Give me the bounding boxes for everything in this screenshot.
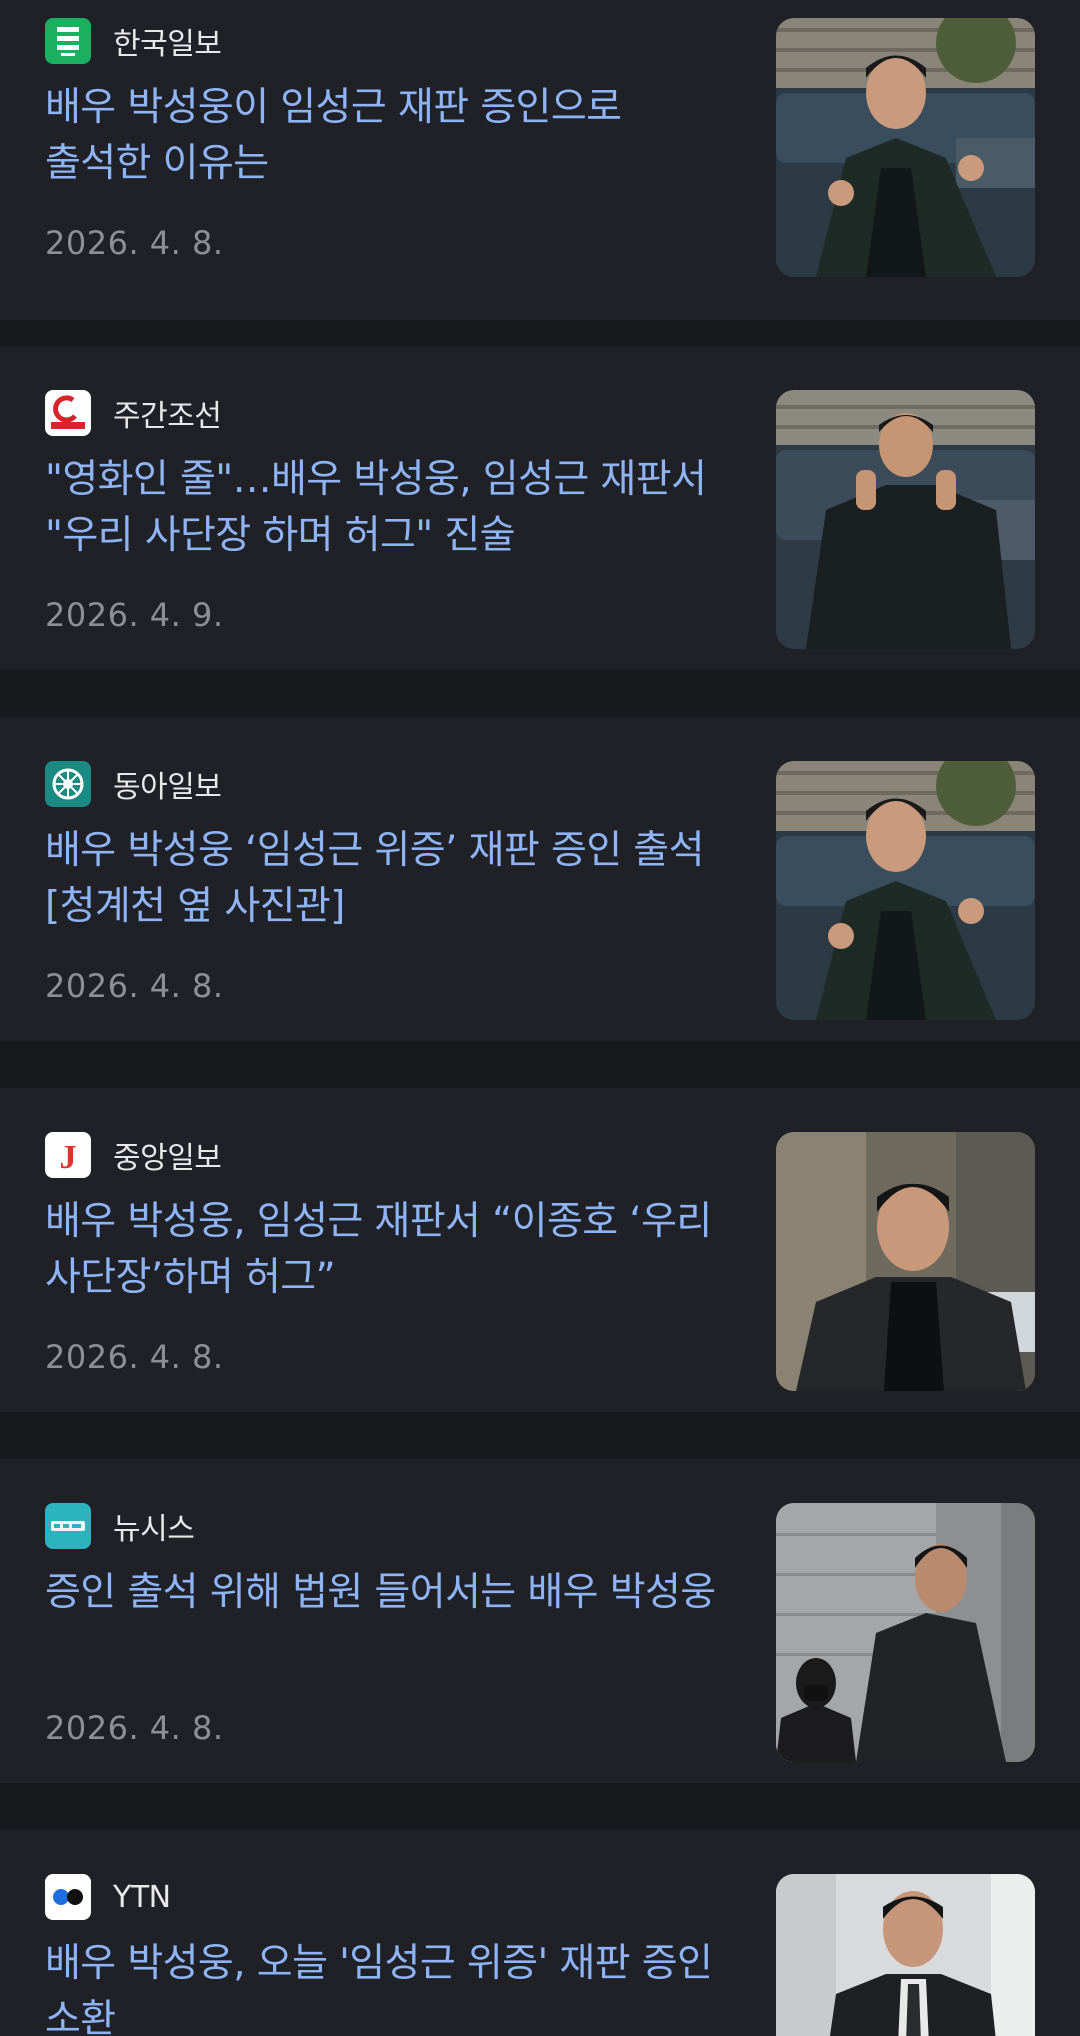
photo-man-courthouse-cars bbox=[776, 761, 1035, 1020]
article-thumbnail[interactable] bbox=[776, 1503, 1035, 1762]
press-name: 동아일보 bbox=[113, 770, 222, 805]
press-name: 뉴시스 bbox=[113, 1512, 195, 1547]
press-name: 중앙일보 bbox=[113, 1141, 222, 1176]
publish-date: 2026. 4. 8. bbox=[45, 1338, 224, 1376]
news-card[interactable]: 뉴시스 증인 출석 위해 법원 들어서는 배우 박성웅 2026. 4. 8. bbox=[0, 1459, 1080, 1783]
photo-man-dark-suit bbox=[776, 1132, 1035, 1391]
joongang-ilbo-logo-icon: J bbox=[45, 1132, 91, 1178]
press-name: YTN bbox=[113, 1879, 171, 1915]
headline-link[interactable]: "영화인 줄"…배우 박성웅, 임성근 재판서 "우리 사단장 하며 허그" 진… bbox=[45, 452, 735, 564]
photo-man-courthouse-cars bbox=[776, 18, 1035, 277]
press-name: 한국일보 bbox=[113, 27, 222, 62]
headline-link[interactable]: 배우 박성웅, 임성근 재판서 “이종호 ‘우리 사단장’하며 허그” bbox=[45, 1194, 735, 1306]
article-thumbnail[interactable] bbox=[776, 18, 1035, 277]
donga-ilbo-logo-icon bbox=[45, 761, 91, 807]
press-name: 주간조선 bbox=[113, 399, 222, 434]
publish-date: 2026. 4. 8. bbox=[45, 1709, 224, 1747]
newsis-logo-icon bbox=[45, 1503, 91, 1549]
photo-man-jacket-cars bbox=[776, 390, 1035, 649]
publish-date: 2026. 4. 8. bbox=[45, 967, 224, 1005]
article-thumbnail[interactable] bbox=[776, 761, 1035, 1020]
hankook-ilbo-logo-icon bbox=[45, 18, 91, 64]
weekly-chosun-logo-icon bbox=[45, 390, 91, 436]
headline-link[interactable]: 배우 박성웅, 오늘 '임성근 위증' 재판 증인 소환 bbox=[45, 1936, 735, 2036]
ytn-logo-icon bbox=[45, 1874, 91, 1920]
press-row[interactable]: 뉴시스 bbox=[45, 1503, 195, 1549]
svg-text:J: J bbox=[60, 1139, 77, 1176]
headline-link[interactable]: 배우 박성웅이 임성근 재판 증인으로 출석한 이유는 bbox=[45, 80, 735, 192]
press-row[interactable]: 주간조선 bbox=[45, 390, 222, 436]
article-thumbnail[interactable] bbox=[776, 1874, 1035, 2036]
news-card[interactable]: YTN 배우 박성웅, 오늘 '임성근 위증' 재판 증인 소환 bbox=[0, 1830, 1080, 2036]
article-thumbnail[interactable] bbox=[776, 1132, 1035, 1391]
headline-link[interactable]: 증인 출석 위해 법원 들어서는 배우 박성웅 bbox=[45, 1565, 735, 1621]
news-card[interactable]: 동아일보 배우 박성웅 ‘임성근 위증’ 재판 증인 출석[청계천 옆 사진관]… bbox=[0, 717, 1080, 1041]
photo-man-suit-tie bbox=[776, 1874, 1035, 2036]
press-row[interactable]: YTN bbox=[45, 1874, 171, 1920]
news-card[interactable]: 주간조선 "영화인 줄"…배우 박성웅, 임성근 재판서 "우리 사단장 하며 … bbox=[0, 346, 1080, 670]
article-thumbnail[interactable] bbox=[776, 390, 1035, 649]
news-card[interactable]: J 중앙일보 배우 박성웅, 임성근 재판서 “이종호 ‘우리 사단장’하며 허… bbox=[0, 1088, 1080, 1412]
news-card[interactable]: 한국일보 배우 박성웅이 임성근 재판 증인으로 출석한 이유는 2026. 4… bbox=[0, 0, 1080, 320]
headline-link[interactable]: 배우 박성웅 ‘임성근 위증’ 재판 증인 출석[청계천 옆 사진관] bbox=[45, 823, 735, 935]
publish-date: 2026. 4. 9. bbox=[45, 596, 224, 634]
photo-man-entering-court bbox=[776, 1503, 1035, 1762]
press-row[interactable]: 동아일보 bbox=[45, 761, 222, 807]
press-row[interactable]: 한국일보 bbox=[45, 18, 222, 64]
press-row[interactable]: J 중앙일보 bbox=[45, 1132, 222, 1178]
publish-date: 2026. 4. 8. bbox=[45, 224, 224, 262]
